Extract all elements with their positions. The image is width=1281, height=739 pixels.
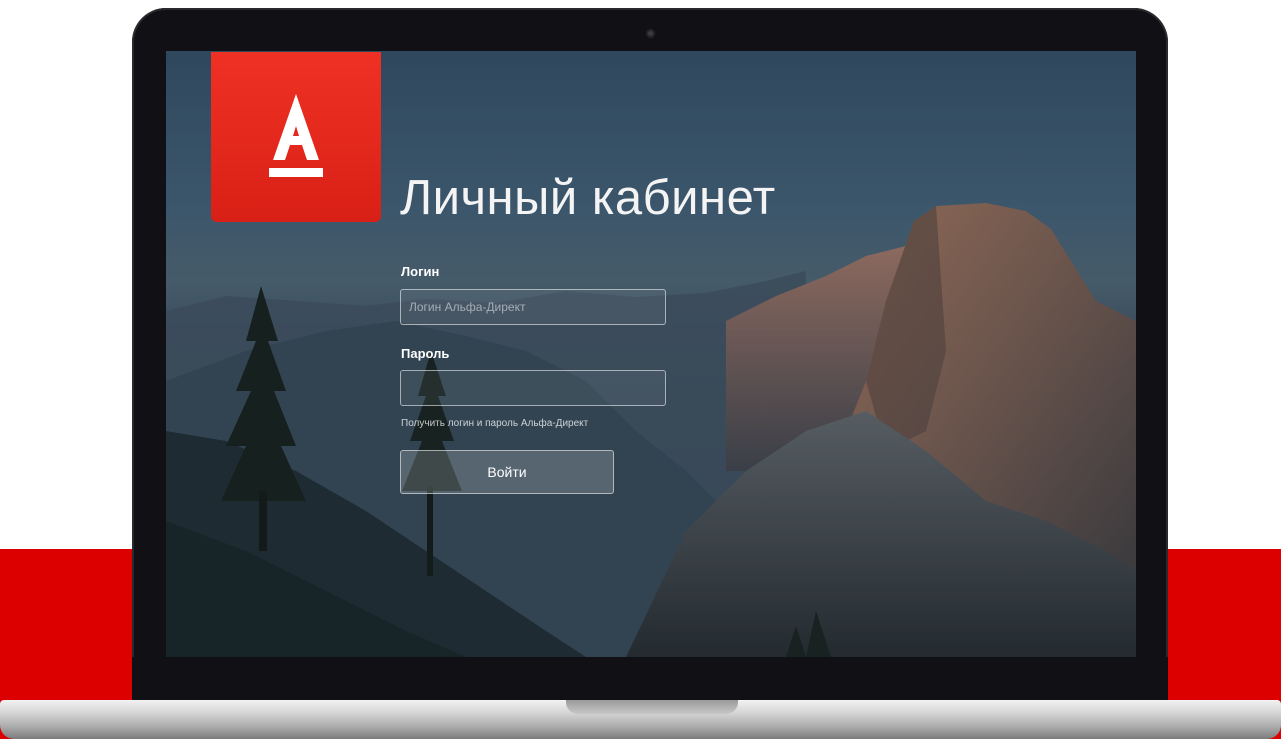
login-button[interactable]: Войти: [400, 450, 614, 494]
laptop-chin: [132, 657, 1168, 704]
page-title: Личный кабинет: [400, 171, 776, 225]
password-input[interactable]: [400, 370, 666, 406]
login-input[interactable]: [400, 289, 666, 325]
login-label: Логин: [401, 264, 440, 279]
password-label: Пароль: [401, 346, 450, 361]
get-credentials-link[interactable]: Получить логин и пароль Альфа-Директ: [401, 418, 588, 429]
laptop-notch: [566, 700, 738, 714]
alfa-bank-logo-icon: [211, 52, 381, 222]
webcam-icon: [646, 29, 655, 38]
mockup-stage: Личный кабинет Логин Пароль Получить лог…: [0, 0, 1281, 739]
